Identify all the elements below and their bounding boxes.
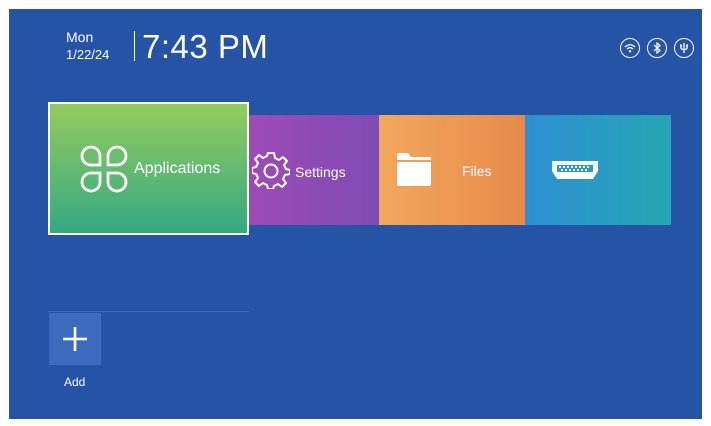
files-label: Files xyxy=(462,163,492,179)
bluetooth-icon xyxy=(647,38,667,58)
home-screen: Mon 1/22/24 7:43 PM Settings Files Appli… xyxy=(9,9,702,419)
applications-tile[interactable]: Applications xyxy=(48,102,249,235)
hdmi-icon xyxy=(552,161,598,179)
hdmi-tile[interactable] xyxy=(525,115,671,225)
add-shortcut-button[interactable] xyxy=(49,313,101,365)
plus-icon xyxy=(63,327,87,351)
shortcut-shelf-divider xyxy=(48,311,249,312)
add-shortcut-label: Add xyxy=(64,375,86,389)
status-icons xyxy=(620,38,694,58)
date-time-divider xyxy=(134,31,135,61)
settings-tile[interactable]: Settings xyxy=(242,115,382,225)
usb-icon xyxy=(674,38,694,58)
folder-icon xyxy=(397,153,431,186)
date-label: 1/22/24 xyxy=(66,47,110,62)
apps-grid-icon xyxy=(80,145,128,192)
wifi-icon xyxy=(620,38,640,58)
clock: 7:43 PM xyxy=(142,28,269,65)
settings-label: Settings xyxy=(295,164,346,180)
files-tile[interactable]: Files xyxy=(379,115,525,225)
day-label: Mon xyxy=(66,29,94,45)
gear-icon xyxy=(252,152,290,189)
applications-label: Applications xyxy=(134,159,221,177)
